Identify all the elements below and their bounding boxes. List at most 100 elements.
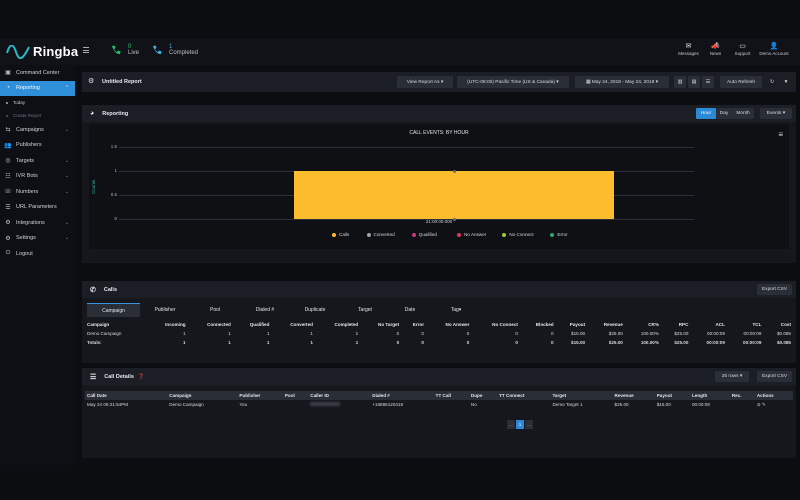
refresh-button[interactable]: ↻ [766,76,778,88]
table-view-button[interactable]: ▤ [688,76,700,88]
column-header[interactable]: Incoming [148,320,188,329]
tab-publisher[interactable]: Publisher [140,303,190,317]
column-header[interactable]: Cost [763,320,793,329]
legend-swatch [366,232,371,237]
account-label: Demo Account [759,51,789,56]
details-export-csv-button[interactable]: Export CSV [757,371,792,382]
tab-tag[interactable]: Tag ▾ [430,303,482,317]
column-header[interactable]: TT Call [434,391,469,400]
filter-button[interactable]: ▼ [780,76,792,88]
block-icon[interactable]: ⊘ [757,402,761,407]
column-header[interactable]: Error [401,320,426,329]
column-header[interactable]: Blocked [520,320,556,329]
column-header[interactable]: No Answer [426,320,471,329]
tab-target[interactable]: Target [340,303,390,317]
support-button[interactable]: ▭ Support [729,42,756,56]
sidebar-item-publishers[interactable]: 👥 Publishers [0,138,75,154]
chart-view-button[interactable]: ▥ [674,76,686,88]
column-header[interactable]: Dupe [469,391,497,400]
column-header[interactable]: Rec. [730,391,755,400]
month-toggle[interactable]: Month [732,108,754,119]
tab-date[interactable]: Date [390,303,430,317]
account-button[interactable]: 👤 Demo Account [756,42,792,56]
messages-button[interactable]: ✉ Messages [675,42,702,56]
table-cell: 100.00% [640,340,659,345]
sidebar-item-url-parameters[interactable]: ☰ URL Parameters [0,200,75,216]
help-icon[interactable]: ❓ [138,374,144,380]
rows-per-page-select[interactable]: 25 rows ▾ [715,371,749,382]
events-dropdown[interactable]: Events ▾ [760,108,792,119]
column-header[interactable]: No Connect [471,320,520,329]
bar-calls[interactable] [294,171,614,219]
legend-item[interactable]: Error [550,232,568,237]
column-header[interactable]: Pool [283,391,308,400]
column-header[interactable]: Revenue [613,391,655,400]
column-header[interactable]: Payout [655,391,690,400]
sidebar-item-reporting[interactable]: ◔ Reporting ⌃ [0,80,75,96]
column-header[interactable]: Payout [556,320,588,329]
edit-icon[interactable]: ✎ [762,402,766,407]
column-header[interactable]: Qualified [233,320,272,329]
column-header[interactable]: Connected [188,320,233,329]
sidebar-item-targets[interactable]: ◎ Targets ⌄ [0,153,75,169]
sidebar-item-numbers[interactable]: ☏ Numbers ⌄ [0,184,75,200]
column-header[interactable]: Actions [755,391,793,400]
legend-item[interactable]: No Answer [457,232,486,237]
sidebar-sub-create-report[interactable]: Create Report [0,109,75,122]
column-header[interactable]: Campaign [85,320,148,329]
legend-item[interactable]: Qualified [411,232,437,237]
live-label: Live [128,50,140,56]
column-header[interactable]: TCL [727,320,764,329]
sidebar-sub-today[interactable]: Today [0,96,75,109]
table-row[interactable]: May 24 09:21:54PM Demo Campaign You +188861… [85,400,793,409]
column-header[interactable]: Length [690,391,730,400]
hour-toggle[interactable]: Hour [696,108,716,119]
list-view-button[interactable]: ☰ [702,76,714,88]
completed-counter[interactable]: 1 Completed [151,44,198,56]
column-header[interactable]: Converted [271,320,315,329]
sidebar-item-ivr-bots[interactable]: ☷ IVR Bots ⌄ [0,169,75,185]
view-report-as-dropdown[interactable]: View Report As ▾ [397,76,453,88]
legend-item[interactable]: No Connect [502,232,534,237]
legend-item[interactable]: Converted [366,232,395,237]
column-header[interactable]: Call Date [85,391,167,400]
legend-item[interactable]: Calls [332,232,349,237]
table-row[interactable]: Demo Campaign 1 1 1 1 1 0 0 0 0 0 $15.00 $25.00 100.0… [85,329,793,338]
sidebar-item-settings[interactable]: ⚙ Settings ⌄ [0,231,75,247]
column-header[interactable]: Publisher [237,391,282,400]
column-header[interactable]: Dialed # [370,391,433,400]
ringba-logo[interactable]: Ringba [6,44,78,59]
live-counter[interactable]: 0 Live [110,44,139,56]
page-prev[interactable]: ... [507,420,515,429]
column-header[interactable]: Revenue [587,320,625,329]
daterange-picker[interactable]: ▦ May 24, 2018 - May 24, 2018 ▾ [575,76,669,88]
menu-toggle-icon[interactable] [83,47,89,55]
report-title[interactable]: Untitled Report [102,79,142,85]
sidebar-item-logout[interactable]: ⏻ Logout [0,246,75,262]
tab-pool[interactable]: Pool [190,303,240,317]
page-current[interactable]: 1 [516,420,524,429]
sidebar-item-campaigns[interactable]: ⇆ Campaigns ⌄ [0,122,75,138]
column-header[interactable]: Campaign [167,391,237,400]
day-toggle[interactable]: Day [716,108,732,119]
column-header[interactable]: ACL [690,320,727,329]
sidebar-item-integrations[interactable]: ⚙ Integrations ⌄ [0,215,75,231]
page-next[interactable]: ... [525,420,533,429]
chart-menu-icon[interactable]: ≡ [778,130,783,139]
column-header[interactable]: RPC [661,320,690,329]
timezone-select[interactable]: (UTC-08:00) Pacific Time (US & Canada) ▾ [457,76,569,88]
column-header[interactable]: No Target [360,320,401,329]
column-header[interactable]: Target [550,391,612,400]
tab-dialed[interactable]: Dialed # [240,303,290,317]
column-header[interactable]: CR% [625,320,661,329]
calls-export-csv-button[interactable]: Export CSV [757,284,792,295]
sidebar-item-command-center[interactable]: ▣ Command Center [0,65,75,81]
month-label: Month [736,111,750,116]
tab-campaign[interactable]: Campaign [87,303,140,317]
auto-refresh-button[interactable]: Auto Refresh [720,76,762,88]
news-button[interactable]: 📣 News [702,42,729,56]
column-header[interactable]: Caller ID [308,391,370,400]
column-header[interactable]: Completed [315,320,360,329]
tab-duplicate[interactable]: Duplicate [290,303,340,317]
column-header[interactable]: TT Connect [497,391,550,400]
